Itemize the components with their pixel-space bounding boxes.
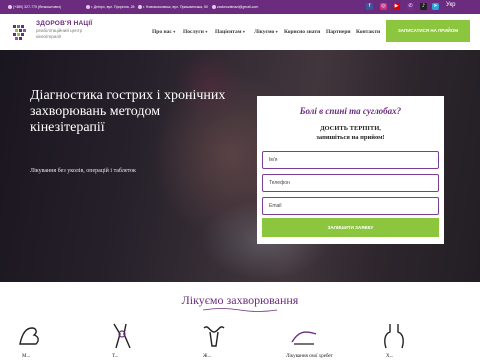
name-field[interactable]: Ім'я bbox=[262, 151, 439, 169]
phone-field[interactable]: Телефон bbox=[262, 174, 439, 192]
youtube-icon[interactable]: ▶ bbox=[393, 3, 400, 10]
nav-item-useful[interactable]: Корисно знати bbox=[284, 29, 320, 35]
chevron-down-icon: ▾ bbox=[275, 29, 278, 34]
nav-item-services[interactable]: Послуги ▾ bbox=[183, 29, 207, 35]
logo-icon[interactable] bbox=[12, 22, 32, 42]
form-callout-line-1: ДОСИТЬ ТЕРПІТИ, bbox=[320, 125, 381, 132]
mail-icon bbox=[212, 5, 216, 10]
spine-icon[interactable] bbox=[290, 322, 318, 350]
hero-subtitle: Лікування без уколів, операцій і таблето… bbox=[30, 168, 136, 174]
knee-joint-icon[interactable] bbox=[108, 322, 136, 350]
chevron-down-icon: ▾ bbox=[173, 29, 176, 34]
phone-icon bbox=[8, 5, 12, 10]
book-appointment-button[interactable]: ЗАПИСАТИСЯ НА ПРИЙОМ bbox=[386, 20, 470, 42]
form-callout-line-2: запишіться на прийом! bbox=[316, 134, 385, 141]
nav-label: Послуги bbox=[183, 29, 204, 35]
site-header: ЗДОРОВ'Я НАЦІЇ реабілітаційний центр кін… bbox=[0, 14, 480, 50]
location-pin-icon bbox=[138, 5, 142, 10]
disease-label-spine[interactable]: Лікування свої хребет bbox=[286, 354, 333, 359]
chevron-down-icon: ▾ bbox=[205, 29, 208, 34]
nav-label: Корисно знати bbox=[284, 29, 321, 35]
location-pin-icon bbox=[86, 5, 90, 10]
telegram-icon[interactable]: ➤ bbox=[432, 3, 439, 10]
email-contact[interactable]: zadorovatnaci@gmail.com bbox=[212, 5, 259, 10]
address-1-contact[interactable]: г. Дніпро, вул. Прорізна, 28 bbox=[86, 5, 135, 10]
top-bar: (+380) 327-779 (безкоштовно) г. Дніпро, … bbox=[0, 0, 480, 14]
brand-subtitle-1: реабілітаційний центр bbox=[36, 28, 83, 33]
submit-button[interactable]: ЗАЛИШИТИ ЗАЯВКУ bbox=[262, 218, 439, 237]
arm-muscle-icon[interactable] bbox=[16, 322, 44, 350]
disease-label-female[interactable]: Ж... bbox=[203, 354, 211, 359]
language-switcher[interactable]: Укр bbox=[446, 2, 456, 8]
email-text: zadorovatnaci@gmail.com bbox=[217, 5, 259, 9]
nav-item-contacts[interactable]: Контакти bbox=[356, 29, 380, 35]
nav-item-treatment[interactable]: Лікуємо ▾ bbox=[254, 29, 278, 35]
chevron-down-icon: ▾ bbox=[242, 29, 245, 34]
brand-name[interactable]: ЗДОРОВ'Я НАЦІЇ bbox=[36, 20, 92, 27]
ornament-divider-icon bbox=[203, 308, 277, 312]
facebook-icon[interactable]: f bbox=[366, 3, 373, 10]
address-2-text: г. Новомосковськ, вул. Пришвинська, 50 bbox=[143, 5, 208, 9]
nav-label: Про нас bbox=[152, 29, 172, 35]
instagram-icon[interactable]: ◎ bbox=[380, 3, 387, 10]
phone-contact[interactable]: (+380) 327-779 (безкоштовно) bbox=[8, 5, 62, 10]
disease-label-muscles[interactable]: М... bbox=[22, 354, 30, 359]
nav-item-patients[interactable]: Пацієнтам ▾ bbox=[215, 29, 245, 35]
nav-label: Пацієнтам bbox=[215, 29, 242, 35]
nav-label: Лікуємо bbox=[254, 29, 275, 35]
phone-text: (+380) 327-779 (безкоштовно) bbox=[13, 5, 62, 9]
nav-item-about[interactable]: Про нас ▾ bbox=[152, 29, 175, 35]
uterus-icon[interactable] bbox=[200, 322, 228, 350]
appointment-form: Болі в спині та суглобах? ДОСИТЬ ТЕРПІТИ… bbox=[257, 96, 444, 244]
brand-subtitle-2: кінезітерапії bbox=[36, 34, 62, 39]
hero-title: Діагностика гострих і хронічних захворюв… bbox=[30, 88, 226, 135]
nav-label: Контакти bbox=[356, 29, 381, 35]
shoulder-icon[interactable] bbox=[380, 322, 408, 350]
nav-label: Партнери bbox=[326, 29, 351, 35]
address-1-text: г. Дніпро, вул. Прорізна, 28 bbox=[91, 5, 135, 9]
address-2-contact[interactable]: г. Новомосковськ, вул. Пришвинська, 50 bbox=[138, 5, 208, 10]
email-field[interactable]: Email bbox=[262, 197, 439, 215]
tiktok-icon[interactable]: ♪ bbox=[420, 3, 427, 10]
diseases-section-title: Лікуємо захворювання bbox=[181, 293, 299, 307]
form-question: Болі в спині та суглобах? bbox=[299, 106, 402, 116]
form-callout: ДОСИТЬ ТЕРПІТИ, запишіться на прийом! bbox=[257, 124, 444, 142]
nav-item-partners[interactable]: Партнери bbox=[326, 29, 351, 35]
disease-label-shoulder[interactable]: Х... bbox=[386, 354, 393, 359]
viber-icon[interactable]: ✆ bbox=[407, 3, 414, 10]
disease-label-joints[interactable]: Т... bbox=[112, 354, 118, 359]
